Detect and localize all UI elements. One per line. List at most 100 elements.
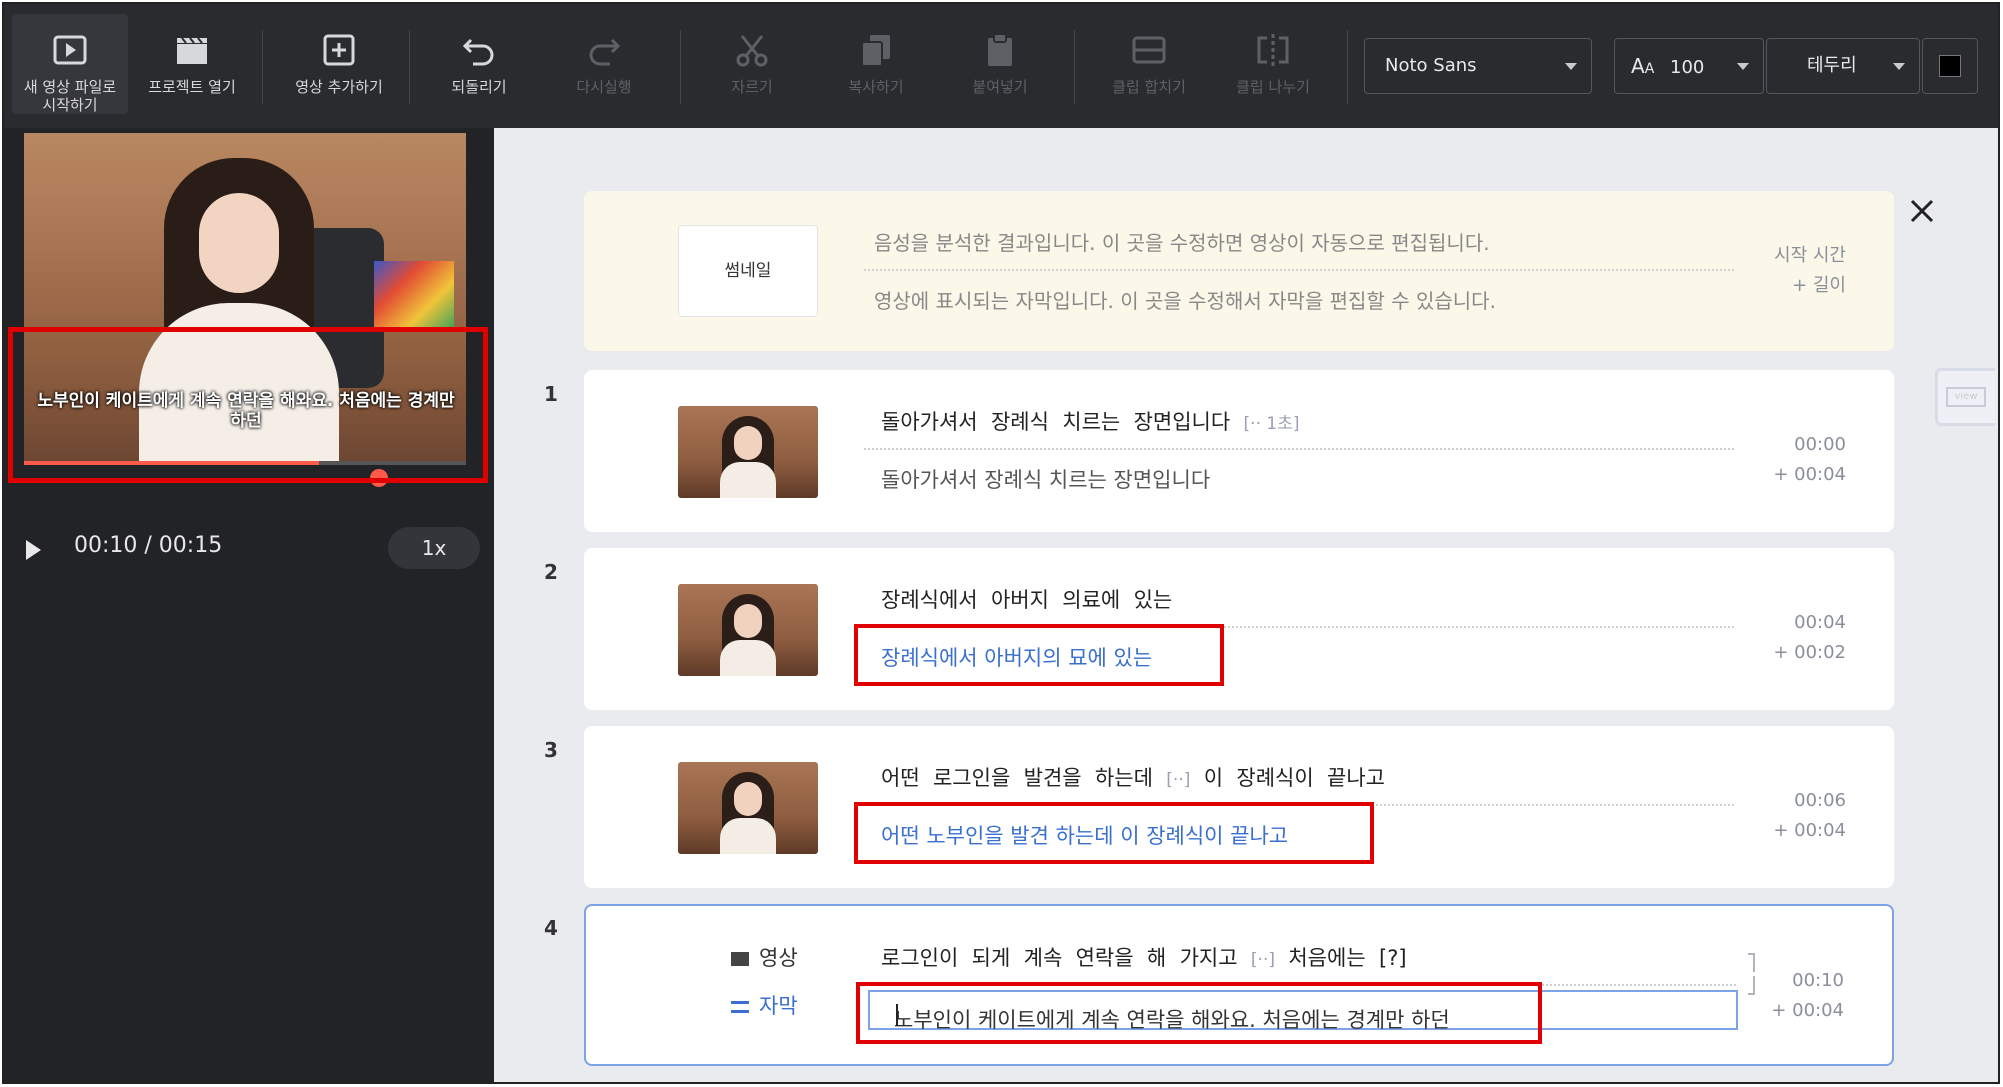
play-icon[interactable]	[26, 540, 41, 560]
silence-gap-marker[interactable]: [··]	[1166, 770, 1190, 790]
length-label: + 길이	[1792, 275, 1846, 296]
transcript-panel: view 썸네일 음성을 분석한 결과입니다. 이 곳을 수정하면 영상이 자동…	[494, 128, 1998, 1082]
clip-times: 00:06 + 00:04	[1773, 786, 1846, 846]
start-time: 00:04	[1794, 612, 1846, 633]
edited-subtitle-highlight	[856, 982, 1542, 1044]
speech-text[interactable]: 장례식에서 아버지 의료에 있는	[881, 584, 1172, 614]
add-video-button[interactable]: 영상 추가하기	[274, 4, 404, 128]
speech-words: 돌아가셔서 장례식 치르는 장면입니다	[881, 410, 1231, 434]
cut-button[interactable]: 자르기	[692, 4, 812, 128]
font-size-select[interactable]: AA 100	[1614, 38, 1764, 94]
toolbar-divider	[262, 30, 263, 104]
chevron-down-icon	[1565, 63, 1577, 70]
speech-words: 어떤 로그인을 발견을 하는데	[881, 766, 1153, 790]
subtitle-description: 영상에 표시되는 자막입니다. 이 곳을 수정해서 자막을 편집할 수 있습니다…	[874, 289, 1496, 313]
redo-button[interactable]: 다시실행	[544, 4, 664, 128]
font-select[interactable]: Noto Sans	[1364, 38, 1592, 94]
speech-text[interactable]: 로그인이 되게 계속 연락을 해 가지고 [··] 처음에는 [?]	[881, 942, 1407, 972]
view-side-tab[interactable]: view	[1935, 368, 1995, 426]
thumbnail-placeholder[interactable]: 썸네일	[678, 225, 818, 317]
edited-subtitle-highlight	[854, 802, 1374, 864]
video-track-label: 영상	[731, 942, 798, 972]
timecode: 00:10 / 00:15	[74, 533, 223, 558]
transcript-row[interactable]: 어떤 로그인을 발견을 하는데 [··] 이 장례식이 끝나고 어떤 노부인을 …	[584, 726, 1894, 888]
copy-label: 복사하기	[848, 78, 904, 96]
add-box-icon	[323, 34, 355, 66]
divider	[864, 269, 1734, 271]
undo-button[interactable]: 되돌리기	[419, 4, 539, 128]
toolbar-divider	[1347, 30, 1348, 104]
clip-thumbnail[interactable]	[678, 762, 818, 854]
person-face-graphic	[199, 193, 279, 293]
start-time: 00:10	[1792, 970, 1844, 991]
time-legend: 시작 시간 + 길이	[1774, 241, 1846, 301]
split-clip-button[interactable]: 클립 나누기	[1208, 4, 1338, 128]
speech-words: 로그인이 되게 계속 연락을 해 가지고	[881, 946, 1238, 970]
merge-clip-label: 클립 합치기	[1112, 78, 1186, 96]
silence-gap-marker[interactable]: [·· 1초]	[1244, 414, 1300, 434]
merge-clip-button[interactable]: 클립 합치기	[1084, 4, 1214, 128]
chevron-down-icon	[1737, 63, 1749, 70]
transcript-row[interactable]: 장례식에서 아버지 의료에 있는 장례식에서 아버지의 묘에 있는 00:04 …	[584, 548, 1894, 710]
open-project-button[interactable]: 프로젝트 열기	[134, 4, 250, 128]
row-number: 4	[544, 916, 558, 940]
toolbar-divider	[680, 30, 681, 104]
clip-length: + 00:04	[1773, 464, 1846, 485]
view-tab-label: view	[1946, 387, 1986, 407]
transcript-row-active[interactable]: 영상 자막 로그인이 되게 계속 연락을 해 가지고 [··] 처음에는 [?]…	[584, 904, 1894, 1066]
speech-words: 처음에는	[1288, 946, 1366, 970]
speed-button[interactable]: 1x	[388, 527, 480, 569]
undo-label: 되돌리기	[451, 78, 507, 96]
wall-art-graphic	[374, 261, 454, 331]
cut-label: 자르기	[731, 78, 773, 96]
font-size-value: 100	[1670, 57, 1705, 78]
chevron-down-icon	[1893, 63, 1905, 70]
close-icon[interactable]	[1902, 191, 1942, 231]
toolbar-divider	[1074, 30, 1075, 104]
row-number: 1	[544, 382, 558, 406]
subtitle-track-label: 자막	[731, 990, 798, 1020]
merge-icon	[1132, 36, 1166, 64]
undo-icon	[462, 38, 494, 66]
text-color-button[interactable]	[1922, 38, 1978, 94]
new-video-button[interactable]: 새 영상 파일로 시작하기	[12, 14, 128, 114]
toolbar: 새 영상 파일로 시작하기 프로젝트 열기 영상 추가하기 되돌리기 다시실행 …	[4, 4, 1998, 128]
speech-text[interactable]: 돌아가셔서 장례식 치르는 장면입니다 [·· 1초]	[881, 406, 1299, 436]
clipboard-icon	[988, 33, 1012, 66]
clip-length: + 00:04	[1771, 1000, 1844, 1021]
transcript-row[interactable]: 돌아가셔서 장례식 치르는 장면입니다 [·· 1초] 돌아가셔서 장례식 치르…	[584, 370, 1894, 532]
clip-thumbnail[interactable]	[678, 406, 818, 498]
add-video-label: 영상 추가하기	[295, 78, 383, 96]
clapperboard-icon	[177, 37, 207, 64]
font-size-icon: AA	[1631, 54, 1655, 78]
divider	[864, 448, 1734, 450]
color-swatch	[1939, 55, 1961, 77]
edited-subtitle-highlight	[854, 624, 1224, 686]
speech-text[interactable]: 어떤 로그인을 발견을 하는데 [··] 이 장례식이 끝나고	[881, 762, 1385, 792]
link-bracket-icon[interactable]	[1742, 950, 1762, 1000]
preview-pane: 노부인이 케이트에게 계속 연락을 해와요. 처음에는 경계만 하던 00:10…	[4, 128, 494, 1082]
font-value: Noto Sans	[1385, 55, 1477, 76]
speech-words: 이 장례식이 끝나고	[1203, 766, 1385, 790]
split-icon	[1257, 34, 1289, 66]
unrecognized-marker[interactable]: [?]	[1379, 946, 1407, 970]
clip-thumbnail[interactable]	[678, 584, 818, 676]
row-number: 2	[544, 560, 558, 584]
subtitle-lines-icon	[731, 1001, 749, 1013]
split-clip-label: 클립 나누기	[1236, 78, 1310, 96]
open-project-label: 프로젝트 열기	[148, 78, 236, 96]
copy-button[interactable]: 복사하기	[816, 4, 936, 128]
silence-gap-marker[interactable]: [··]	[1251, 950, 1275, 970]
border-select[interactable]: 테두리	[1766, 38, 1920, 94]
clip-length: + 00:04	[1773, 820, 1846, 841]
editor-window: 새 영상 파일로 시작하기 프로젝트 열기 영상 추가하기 되돌리기 다시실행 …	[2, 2, 2000, 1084]
new-video-label: 새 영상 파일로 시작하기	[23, 78, 117, 114]
redo-icon	[589, 38, 621, 66]
subtitle-text[interactable]: 돌아가셔서 장례식 치르는 장면입니다	[881, 464, 1210, 494]
paste-button[interactable]: 붙여넣기	[940, 4, 1060, 128]
clip-times: 00:10 + 00:04	[1771, 966, 1844, 1026]
border-value: 테두리	[1807, 55, 1857, 76]
clip-times: 00:00 + 00:04	[1773, 430, 1846, 490]
clip-length: + 00:02	[1773, 642, 1846, 663]
speech-description: 음성을 분석한 결과입니다. 이 곳을 수정하면 영상이 자동으로 편집됩니다.	[874, 231, 1490, 255]
